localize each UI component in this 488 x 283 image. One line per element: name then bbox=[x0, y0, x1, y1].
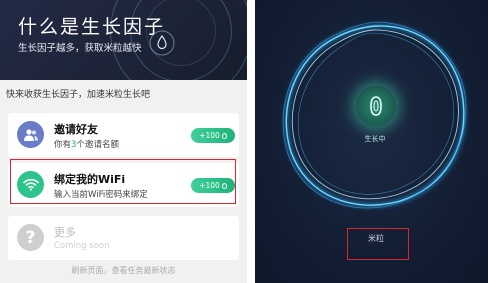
divider bbox=[247, 0, 255, 283]
card-description: Coming soon bbox=[54, 241, 110, 251]
card-title: 邀请好友 bbox=[54, 123, 98, 136]
page-title: 什么是生长因子 bbox=[18, 16, 166, 38]
card-title: 更多 bbox=[54, 226, 76, 239]
growth-orb[interactable] bbox=[356, 86, 396, 126]
growing-panel: 生长中 米粒 bbox=[255, 0, 488, 283]
header-banner[interactable]: 什么是生长因子 生长因子越多，获取米粒越快 bbox=[0, 0, 247, 80]
question-icon: ? bbox=[17, 224, 44, 251]
invite-friends-card[interactable]: 邀请好友 你有3个邀请名额 +100 bbox=[8, 113, 239, 157]
more-card: ? 更多 Coming soon bbox=[8, 216, 239, 260]
droplet-icon bbox=[221, 132, 227, 139]
refresh-tip: 刷新页面，查看任务最新状态 bbox=[71, 266, 176, 275]
seed-icon bbox=[370, 96, 382, 116]
growing-status: 生长中 bbox=[364, 135, 386, 143]
users-icon bbox=[17, 121, 44, 148]
section-tip: 快来收获生长因子，加速米粒生长吧 bbox=[6, 90, 151, 100]
reward-badge[interactable]: +100 bbox=[191, 128, 235, 143]
highlight-box bbox=[10, 159, 236, 204]
page-subtitle: 生长因子越多，获取米粒越快 bbox=[18, 43, 142, 54]
droplet-icon bbox=[149, 30, 175, 56]
growth-factor-panel: 什么是生长因子 生长因子越多，获取米粒越快 快来收获生长因子，加速米粒生长吧 邀… bbox=[0, 0, 247, 283]
highlight-box bbox=[347, 228, 409, 260]
card-description: 你有3个邀请名额 bbox=[54, 140, 119, 150]
